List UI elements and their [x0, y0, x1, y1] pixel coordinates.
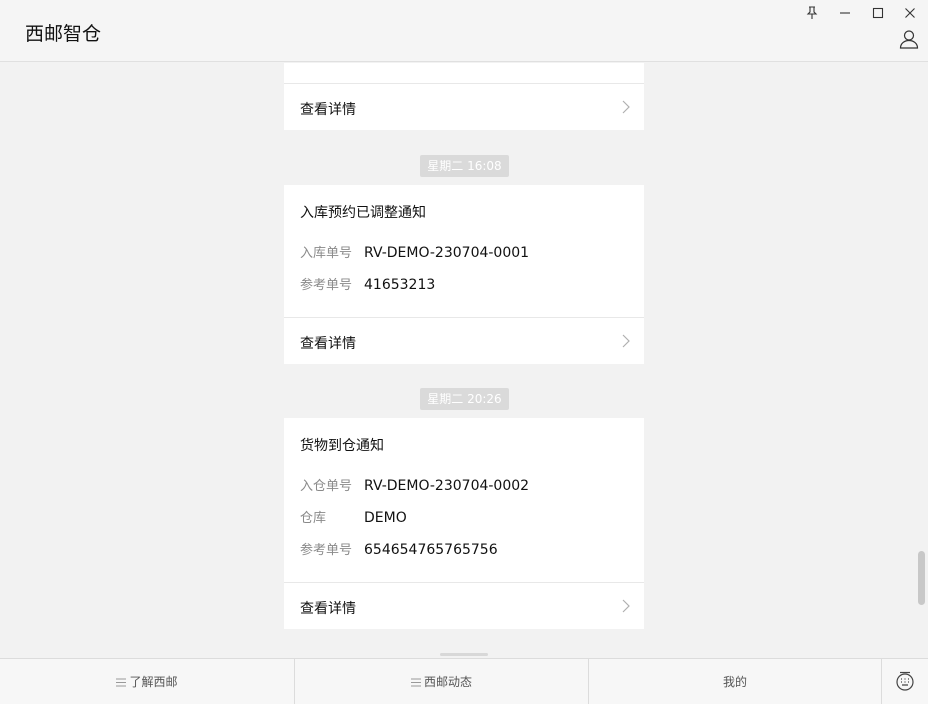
field-value: 41653213	[364, 277, 436, 293]
message-list[interactable]: 查看详情 星期二 16:08 入库预约已调整通知 入库单号 RV-DEMO-230…	[0, 63, 928, 658]
view-detail-label: 查看详情	[300, 102, 356, 118]
view-detail-label: 查看详情	[300, 601, 356, 617]
app-title: 西邮智仓	[25, 23, 102, 45]
menu-item-mine[interactable]: 我的	[589, 659, 882, 704]
message-field-row: 入库单号 RV-DEMO-230704-0001	[300, 242, 529, 261]
bottom-menu: 了解西邮 西邮动态 我的	[0, 658, 928, 704]
message-title: 货物到仓通知	[300, 438, 384, 454]
message-card: 货物到仓通知 入仓单号 RV-DEMO-230704-0002 仓库 DEMO 参考…	[284, 418, 644, 629]
field-value: DEMO	[364, 510, 407, 526]
field-label: 仓库	[300, 511, 327, 526]
menu-icon	[116, 678, 127, 687]
message-timestamp: 星期二 20:26	[420, 388, 509, 410]
scroll-indicator	[440, 653, 488, 656]
message-field-row: 参考单号 654654765765756	[300, 539, 498, 558]
menu-item-about[interactable]: 了解西邮	[0, 659, 295, 704]
field-value: RV-DEMO-230704-0001	[364, 245, 530, 261]
chevron-right-icon	[622, 100, 630, 114]
field-label: 入库单号	[300, 246, 353, 261]
keyboard-toggle-button[interactable]	[882, 659, 928, 704]
field-label: 入仓单号	[300, 479, 353, 494]
user-icon[interactable]	[898, 28, 920, 50]
message-card: 查看详情	[284, 63, 644, 130]
message-card: 入库预约已调整通知 入库单号 RV-DEMO-230704-0001 参考单号 41…	[284, 185, 644, 364]
view-detail-link[interactable]: 查看详情	[284, 583, 644, 629]
scrollbar-thumb[interactable]	[918, 551, 925, 605]
pin-icon[interactable]	[803, 4, 821, 22]
menu-item-label: 我的	[722, 675, 747, 689]
maximize-icon[interactable]	[869, 4, 887, 22]
message-title: 入库预约已调整通知	[300, 205, 426, 221]
view-detail-label: 查看详情	[300, 336, 356, 352]
message-timestamp: 星期二 16:08	[420, 155, 509, 177]
message-field-row: 仓库 DEMO	[300, 507, 407, 526]
menu-item-news[interactable]: 西邮动态	[295, 659, 589, 704]
chevron-right-icon	[622, 599, 630, 613]
minimize-icon[interactable]	[836, 4, 854, 22]
message-field-row: 参考单号 41653213	[300, 274, 435, 293]
field-value: 654654765765756	[364, 542, 498, 558]
menu-icon	[410, 678, 421, 687]
view-detail-link[interactable]: 查看详情	[284, 318, 644, 364]
field-value: RV-DEMO-230704-0002	[364, 478, 530, 494]
menu-item-label: 西邮动态	[423, 675, 472, 689]
field-label: 参考单号	[300, 543, 353, 558]
message-field-row: 入仓单号 RV-DEMO-230704-0002	[300, 475, 529, 494]
menu-item-label: 了解西邮	[129, 675, 178, 689]
chevron-right-icon	[622, 334, 630, 348]
field-label: 参考单号	[300, 278, 353, 293]
view-detail-link[interactable]: 查看详情	[284, 84, 644, 130]
title-bar: 西邮智仓	[0, 0, 928, 62]
close-icon[interactable]	[901, 4, 919, 22]
keyboard-icon	[896, 671, 914, 691]
